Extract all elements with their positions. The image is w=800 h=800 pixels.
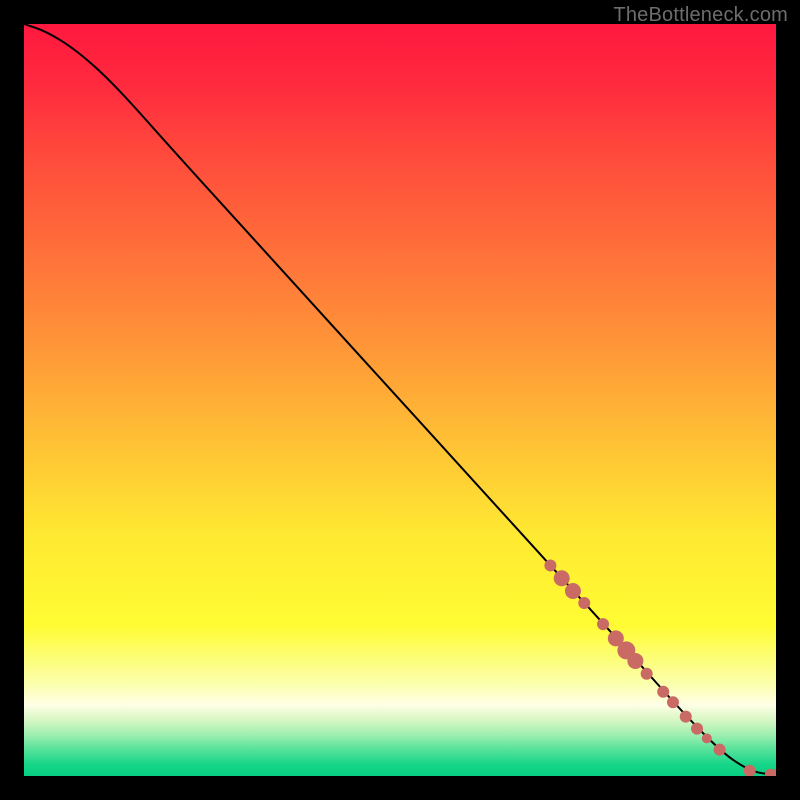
chart-data-point [544, 559, 556, 571]
chart-data-point [691, 723, 703, 735]
chart-data-point [667, 696, 679, 708]
chart-data-point [714, 744, 726, 756]
chart-data-point [554, 570, 570, 586]
chart-data-point [627, 653, 643, 669]
chart-data-point [565, 583, 581, 599]
chart-data-point [680, 711, 692, 723]
chart-data-point [641, 668, 653, 680]
chart-data-point [657, 686, 669, 698]
chart-stage: TheBottleneck.com [0, 0, 800, 800]
chart-data-point [578, 597, 590, 609]
chart-svg [24, 24, 776, 776]
watermark-text: TheBottleneck.com [613, 4, 788, 27]
chart-data-point [597, 618, 609, 630]
chart-plot-area [24, 24, 776, 776]
chart-data-point [702, 733, 712, 743]
